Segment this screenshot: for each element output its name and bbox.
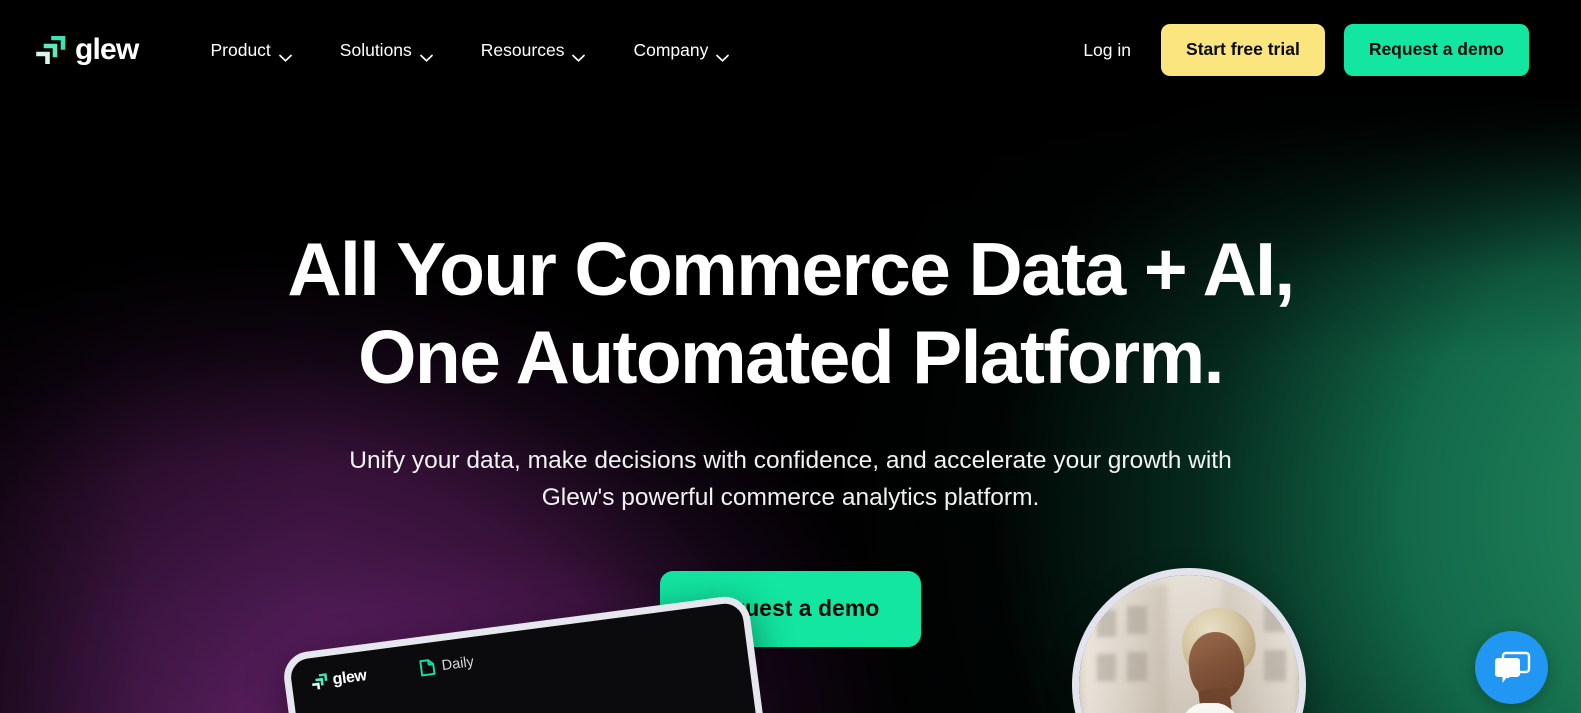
- hero-page: glew Product Solutions Resources Company…: [0, 0, 1581, 713]
- nav-item-company[interactable]: Company: [609, 39, 753, 62]
- request-demo-nav-button[interactable]: Request a demo: [1343, 24, 1529, 76]
- chat-widget-button[interactable]: [1475, 631, 1548, 704]
- nav-item-product[interactable]: Product: [186, 39, 315, 62]
- chevron-down-icon: [572, 46, 586, 62]
- glew-logo[interactable]: glew: [36, 33, 139, 66]
- portrait-window: [1127, 605, 1148, 635]
- glew-chevron-mark-icon: [36, 35, 66, 65]
- nav-item-label: Company: [633, 39, 709, 60]
- hero-headline-line-2: One Automated Platform.: [358, 314, 1224, 399]
- chevron-down-icon: [278, 46, 292, 62]
- nav-item-label: Resources: [480, 39, 565, 60]
- device-tab-label: Daily: [440, 653, 475, 674]
- device-glew-logo: glew: [311, 666, 368, 691]
- nav-item-resources[interactable]: Resources: [457, 39, 610, 62]
- portrait-window: [1263, 601, 1286, 633]
- chat-bubbles-icon: [1493, 650, 1531, 686]
- glew-wordmark: glew: [75, 33, 139, 66]
- hero-headline-line-1: All Your Commerce Data + AI,: [287, 227, 1295, 311]
- portrait-image: [1079, 575, 1299, 713]
- glew-chevron-mark-icon: [311, 672, 329, 691]
- chevron-down-icon: [716, 46, 730, 62]
- portrait-window: [1263, 649, 1286, 681]
- login-link[interactable]: Log in: [1061, 40, 1153, 61]
- nav-item-label: Product: [210, 39, 271, 60]
- hero-cta-wrapper: Request a demo: [0, 570, 1581, 647]
- hero-subheadline-line-1: Unify your data, make decisions with con…: [349, 446, 1232, 474]
- nav-item-solutions[interactable]: Solutions: [316, 39, 457, 62]
- device-glew-wordmark: glew: [331, 666, 368, 688]
- main-navbar: glew Product Solutions Resources Company…: [0, 0, 1581, 100]
- hero-subheadline-line-2: Glew's powerful commerce analytics platf…: [541, 483, 1040, 511]
- device-tab-daily[interactable]: Daily: [419, 653, 475, 677]
- navbar-left-group: glew Product Solutions Resources Company: [0, 35, 753, 65]
- chevron-down-icon: [419, 46, 433, 62]
- dashboard-page-icon: [419, 658, 436, 677]
- nav-item-label: Solutions: [339, 39, 412, 60]
- portrait-building-left: [1083, 583, 1167, 713]
- hero-headline: All Your Commerce Data + AI, One Automat…: [0, 226, 1581, 402]
- portrait-window: [1096, 610, 1117, 637]
- portrait-window: [1127, 652, 1148, 681]
- navbar-right-group: Log in Start free trial Request a demo: [1061, 24, 1581, 76]
- hero-subheadline: Unify your data, make decisions with con…: [0, 442, 1581, 516]
- navbar-links: Product Solutions Resources Company: [186, 39, 753, 62]
- customer-portrait-avatar: [1072, 568, 1306, 713]
- start-free-trial-button[interactable]: Start free trial: [1161, 24, 1325, 76]
- portrait-window: [1096, 654, 1117, 681]
- hero-section: All Your Commerce Data + AI, One Automat…: [0, 100, 1581, 713]
